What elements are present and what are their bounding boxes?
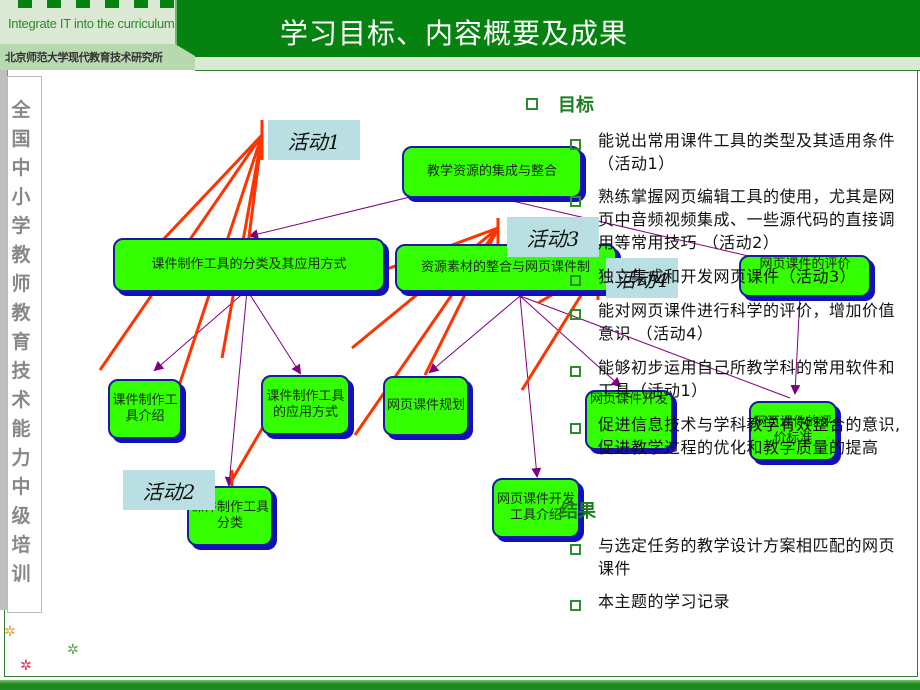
objective-item: 独立集成和开发网页课件（活动3） (598, 267, 857, 286)
connector-line (248, 196, 411, 239)
objectives-title: 目标 (558, 95, 594, 116)
connector-line (519, 295, 542, 478)
activity-label-3: 活动3 (507, 217, 599, 257)
section-bullet-icon (526, 98, 538, 110)
bullet-icon (570, 423, 581, 434)
node-intro[interactable]: 课件制作工具介绍 (108, 379, 182, 439)
bullet-icon (570, 366, 581, 377)
node-apply[interactable]: 课件制作工具的应用方式 (261, 375, 350, 435)
bullet-icon (570, 196, 581, 207)
bullet-icon (570, 309, 581, 320)
activity-label-1: 活动1 (268, 120, 360, 160)
result-item: 与选定任务的教学设计方案相匹配的网页课件 (598, 536, 896, 578)
bullet-icon (570, 600, 581, 611)
bullet-icon (570, 544, 581, 555)
activity-label-2: 活动2 (123, 470, 215, 510)
bullet-icon (570, 275, 581, 286)
footer-bar (0, 680, 920, 690)
node-plan[interactable]: 网页课件规划 (383, 376, 469, 436)
objective-item: 能够初步运用自己所教学科的常用软件和工具（活动1） (598, 358, 896, 400)
diagram-connectors (98, 120, 802, 510)
objective-item: 促进信息技术与学科教学有效整合的意识,促进教学过程的优化和教学质量的提高 (598, 415, 901, 457)
objective-item: 能对网页课件进行科学的评价，增加价值意识 （活动4） (598, 301, 896, 343)
results-title: 结果 (560, 501, 596, 522)
objective-item: 熟练掌握网页编辑工具的使用，尤其是网页中音频视频集成、一些源代码的直接调用等常用… (598, 187, 896, 252)
node-root[interactable]: 教学资源的集成与整合 (402, 146, 582, 198)
node-tools[interactable]: 课件制作工具的分类及其应用方式 (113, 238, 385, 292)
objective-item: 能说出常用课件工具的类型及其适用条件 （活动1） (598, 131, 896, 173)
connector-line (224, 289, 248, 487)
bullet-icon (570, 139, 581, 150)
result-item: 本主题的学习记录 (598, 592, 731, 611)
connector-line (246, 289, 302, 375)
